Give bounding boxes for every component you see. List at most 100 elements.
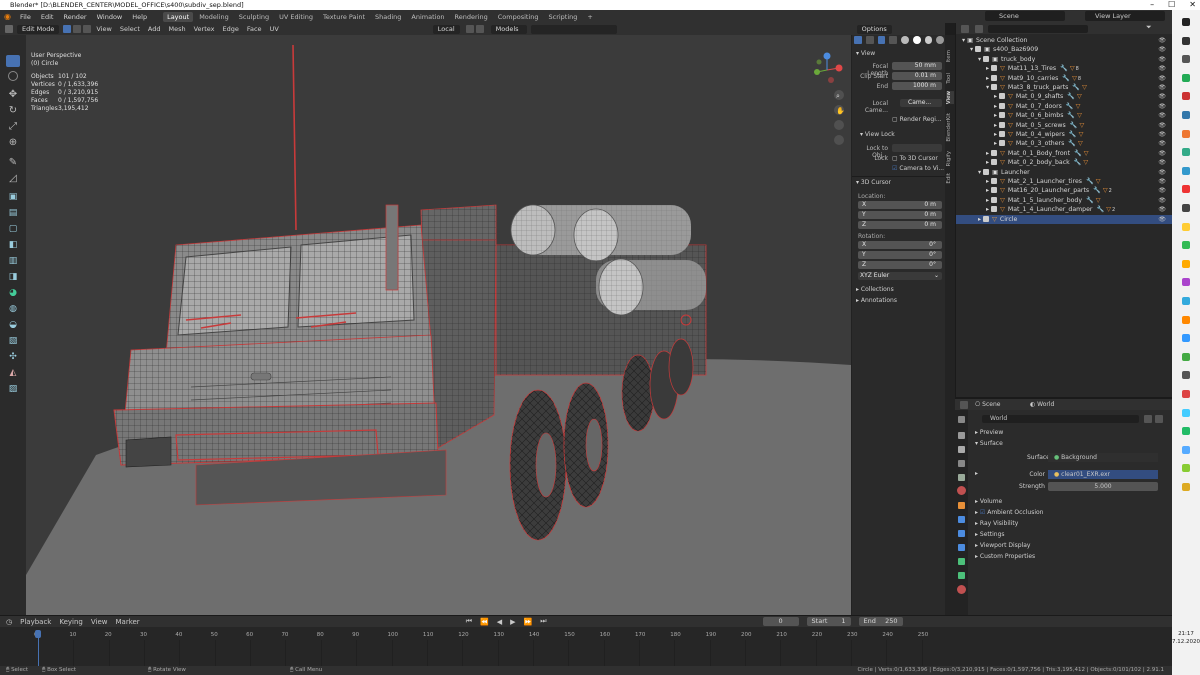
expand-arrow-icon[interactable]: ▸ [978,216,981,223]
rotation-mode-dropdown[interactable]: XYZ Euler ⌄ [858,272,942,280]
workspace-tab-layout[interactable]: Layout [163,11,194,22]
menu-select[interactable]: Select [116,25,144,33]
rip-tool-icon[interactable]: ▨ [6,383,20,395]
clip-start-field[interactable]: 0.01 m [892,72,942,80]
jump-keyframe-forward-icon[interactable]: ⏩ [524,618,533,626]
extrude-tool-icon[interactable]: ▤ [6,207,20,219]
select-tool-icon[interactable] [6,55,20,67]
taskbar-app-icon[interactable] [1182,129,1190,138]
workspace-tab-rendering[interactable]: Rendering [451,12,492,22]
exclude-checkbox[interactable] [999,121,1006,128]
outliner-row[interactable]: ▸ ▽ Mat11_13_Tires 🔧 ▽8 👁 [956,64,1172,73]
surface-shader-field[interactable]: ● Background [1048,453,1158,462]
output-tab-icon[interactable] [958,446,965,453]
outliner-row[interactable]: ▸ ▽ Mat_2_1_Launcher_tires 🔧 ▽ 👁 [956,177,1172,186]
display-mode-icon[interactable] [975,25,983,33]
outliner-row[interactable]: ▸ ▽ Mat_0_3_others 🔧 ▽ 👁 [956,139,1172,148]
outliner-row[interactable]: ▾ ▣ Scene Collection 👁 [956,36,1172,45]
jump-keyframe-back-icon[interactable]: ⏪ [480,618,489,626]
local-camera-field[interactable]: Came... [900,99,942,107]
taskbar-app-icon[interactable] [1182,18,1190,26]
particles-tab-icon[interactable] [958,530,965,537]
transform-orientation-dropdown[interactable]: Local [432,24,460,34]
visibility-icon[interactable] [854,36,862,44]
taskbar-app-icon[interactable] [1182,352,1190,361]
viewport-search-field[interactable] [530,24,617,34]
outliner-row[interactable]: ▸ ▽ Circle 👁 [956,214,1172,224]
exclude-checkbox[interactable] [999,131,1006,137]
visibility-eye-icon[interactable]: 👁 [1158,168,1166,177]
taskbar-app-icon[interactable] [1182,92,1190,101]
tab-rigify[interactable]: Rigify [946,151,954,166]
exclude-checkbox[interactable] [991,84,998,90]
view-layer-selector[interactable]: View Layer [1085,11,1165,21]
measure-tool-icon[interactable]: ◿ [6,173,20,185]
outliner-row[interactable]: ▾ ▽ Mat3_8_truck_parts 🔧 ▽ 👁 [956,83,1172,92]
breadcrumb-scene[interactable]: ⎔ Scene [975,401,1000,408]
exclude-checkbox[interactable] [991,187,998,194]
snap-icon[interactable] [475,25,484,33]
shading-solid-icon[interactable] [912,36,921,44]
settings-section[interactable]: ▸ Settings [975,531,1005,538]
expand-arrow-icon[interactable]: ▸ [986,178,989,185]
expand-arrow-icon[interactable]: ▸ [986,75,989,82]
exclude-checkbox[interactable] [991,178,998,184]
new-world-icon[interactable] [1144,415,1152,423]
exclude-checkbox[interactable] [999,140,1006,147]
timeline-editor-icon[interactable]: ◷ [6,618,12,626]
focal-length-field[interactable]: 50 mm [892,62,942,70]
outliner-row[interactable]: ▸ ▽ Mat_0_9_shafts 🔧 ▽ 👁 [956,92,1172,101]
rotation-x-field[interactable]: X 0° [858,241,942,249]
3d-viewport[interactable]: User Perspective (0) Circle Objects 101 /… [26,35,851,615]
current-frame-field[interactable]: 0 [762,617,799,626]
menu-edge[interactable]: Edge [219,25,243,33]
xray-icon[interactable] [889,36,897,44]
tab-blenderkit[interactable]: BlenderKit [946,113,954,142]
taskbar-app-icon[interactable] [1182,464,1190,473]
expand-arrow-icon[interactable]: ▸ [994,131,997,138]
expand-arrow-icon[interactable]: ▾ [962,37,965,44]
expand-arrow-icon[interactable]: ▸ [994,140,997,147]
expand-arrow-icon[interactable]: ▸ [986,197,989,204]
visibility-eye-icon[interactable]: 👁 [1158,55,1166,64]
frame-start-field[interactable]: Start 1 [806,617,851,626]
cursor-x-field[interactable]: X 0 m [858,201,942,209]
menu-vertex[interactable]: Vertex [190,25,219,33]
visibility-eye-icon[interactable]: 👁 [1158,92,1166,101]
modifier-tab-icon[interactable] [958,516,965,523]
navigation-gizmo[interactable]: ⌕ ✋ [809,50,849,180]
taskbar-app-icon[interactable] [1182,148,1190,157]
visibility-eye-icon[interactable]: 👁 [1158,215,1166,224]
outliner-editor-icon[interactable] [961,25,969,33]
shear-tool-icon[interactable]: ◭ [6,367,20,379]
menu-timeline-view[interactable]: View [91,618,108,626]
outliner-row[interactable]: ▾ ▣ truck_body 👁 [956,55,1172,64]
exclude-checkbox[interactable] [991,65,998,72]
bevel-tool-icon[interactable]: ◧ [6,239,20,251]
taskbar-clock[interactable]: 21:17 7.12.2020 [1172,630,1200,646]
visibility-eye-icon[interactable]: 👁 [1158,102,1166,111]
world-tab-icon[interactable] [957,486,966,495]
outliner-row[interactable]: ▸ ▽ Mat16_20_Launcher_parts 🔧 ▽2 👁 [956,186,1172,195]
volume-section[interactable]: ▸ Volume [975,498,1002,505]
custom-properties-section[interactable]: ▸ Custom Properties [975,553,1035,560]
rotate-tool-icon[interactable]: ↻ [6,105,20,117]
filter-icon[interactable]: ⏷ [1146,23,1152,32]
face-select-icon[interactable] [83,25,92,33]
blender-logo-icon[interactable]: ◉ [4,12,11,21]
scale-tool-icon[interactable]: ⤢ [6,121,20,133]
tab-view[interactable]: View [946,91,954,105]
expand-arrow-icon[interactable]: ▸ [986,206,989,213]
menu-view[interactable]: View [92,25,115,33]
move-tool-icon[interactable]: ✥ [6,89,20,101]
menu-help[interactable]: Help [128,13,151,21]
annotations-section-header[interactable]: ▸ Annotations [856,297,897,304]
visibility-eye-icon[interactable]: 👁 [1158,205,1166,214]
outliner-row[interactable]: ▸ ▽ Mat_1_4_Launcher_damper 🔧 ▽2 👁 [956,205,1172,214]
playhead[interactable] [35,630,41,638]
menu-face[interactable]: Face [243,25,266,33]
exclude-checkbox[interactable] [991,159,998,166]
close-icon[interactable]: ✕ [1189,0,1196,10]
unlink-world-icon[interactable] [1155,415,1163,423]
expand-arrow-icon[interactable]: ▸ [994,103,997,110]
